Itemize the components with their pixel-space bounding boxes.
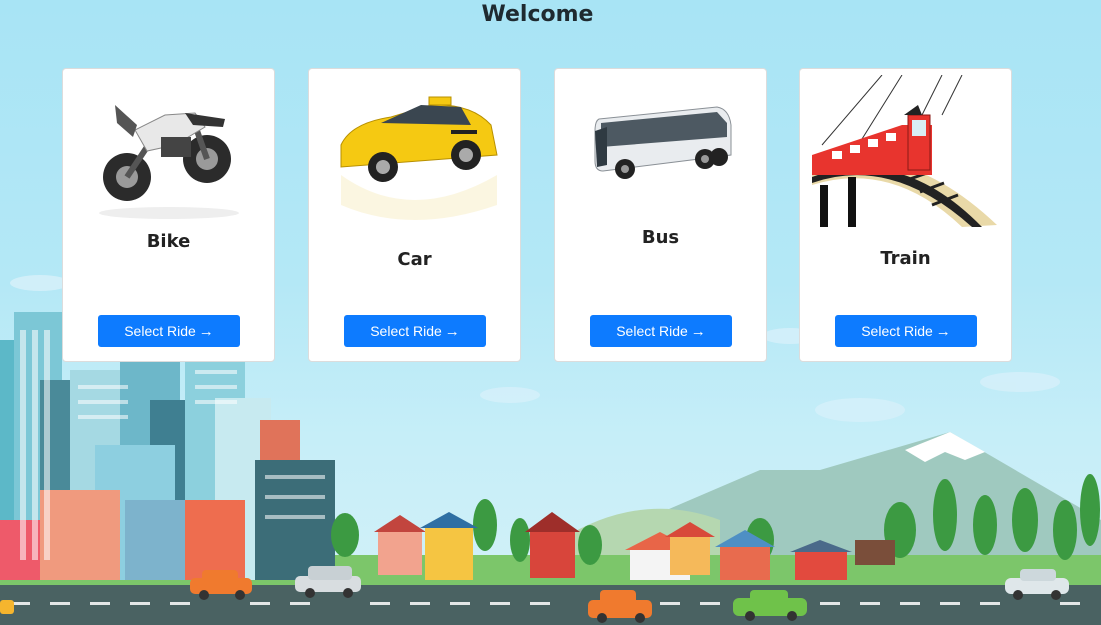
ride-card-bus: Bus Select Ride →	[554, 68, 767, 362]
arrow-right-icon: →	[198, 322, 214, 340]
motorbike-image	[75, 75, 263, 227]
ride-label: Car	[397, 249, 432, 270]
ride-label: Train	[880, 248, 931, 269]
ride-card-car: Car Select Ride →	[308, 68, 521, 362]
ride-label: Bike	[146, 231, 191, 252]
arrow-right-icon: →	[444, 322, 460, 340]
train-image	[812, 74, 1000, 227]
ride-card-train: Train Select Ride →	[799, 68, 1012, 362]
select-ride-car-button[interactable]: Select Ride →	[344, 315, 486, 347]
button-label: Select Ride	[861, 323, 933, 339]
bus-image	[567, 75, 755, 227]
button-label: Select Ride	[616, 323, 688, 339]
taxi-image	[321, 75, 509, 227]
arrow-right-icon: →	[935, 322, 951, 340]
page-title: Welcome	[481, 2, 594, 27]
button-label: Select Ride	[124, 323, 196, 339]
arrow-right-icon: →	[690, 322, 706, 340]
select-ride-bus-button[interactable]: Select Ride →	[590, 315, 732, 347]
button-label: Select Ride	[370, 323, 442, 339]
ride-card-bike: Bike Select Ride →	[62, 68, 275, 362]
ride-label: Bus	[641, 227, 680, 248]
select-ride-bike-button[interactable]: Select Ride →	[98, 315, 240, 347]
select-ride-train-button[interactable]: Select Ride →	[835, 315, 977, 347]
